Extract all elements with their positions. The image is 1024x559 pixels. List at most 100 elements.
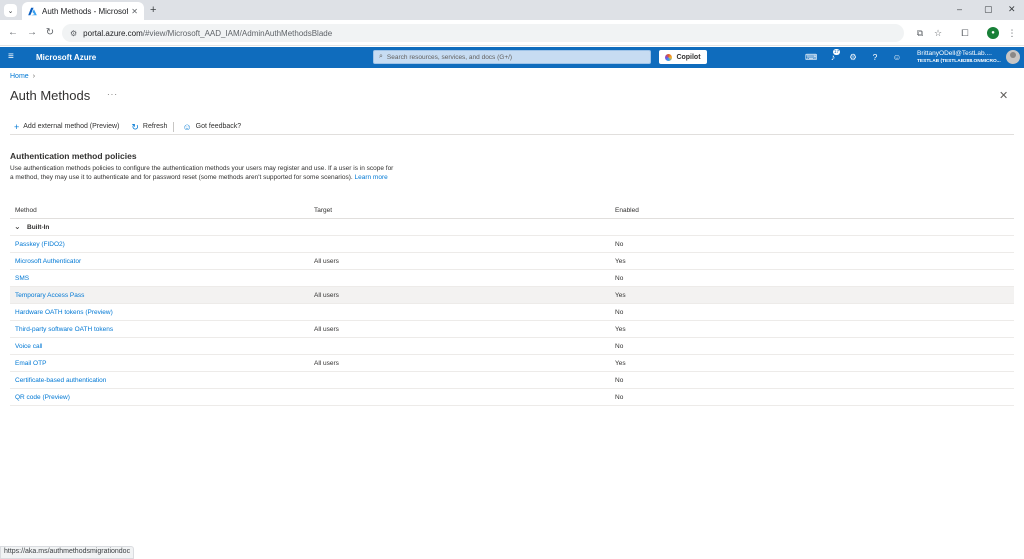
table-row[interactable]: Passkey (FIDO2) No bbox=[10, 236, 1014, 253]
link-status-bubble: https://aka.ms/authmethodsmigrationdoc bbox=[0, 546, 135, 559]
enabled-cell: No bbox=[615, 309, 624, 316]
settings-gear-icon[interactable]: ⚙ bbox=[847, 52, 859, 63]
column-header-enabled[interactable]: Enabled bbox=[615, 207, 639, 214]
table-row[interactable]: Third-party software OATH tokens All use… bbox=[10, 321, 1014, 338]
azure-logo-icon bbox=[28, 7, 37, 15]
cloud-shell-icon[interactable]: ⌨ bbox=[805, 52, 817, 63]
table-row[interactable]: QR code (Preview) No bbox=[10, 389, 1014, 406]
tab-title: Auth Methods - Microsoft bbox=[42, 6, 129, 16]
copilot-button[interactable]: Copilot bbox=[659, 50, 707, 64]
enabled-cell: No bbox=[615, 377, 624, 384]
table-row[interactable]: SMS No bbox=[10, 270, 1014, 287]
group-row-built-in[interactable]: ⌄ Built-In bbox=[10, 219, 1014, 236]
url-host: portal.azure.com bbox=[83, 28, 143, 38]
add-external-method-label: Add external method (Preview) bbox=[23, 123, 120, 130]
account-tenant: TESTLAB (TESTLAB288.ONMICRO... bbox=[917, 59, 1001, 64]
plus-icon: + bbox=[14, 121, 20, 132]
method-link[interactable]: SMS bbox=[15, 275, 29, 282]
section-description: Use authentication methods policies to c… bbox=[10, 164, 395, 182]
enabled-cell: Yes bbox=[615, 292, 626, 299]
target-cell: All users bbox=[314, 360, 339, 367]
command-bar: + Add external method (Preview) ↻ Refres… bbox=[10, 119, 1014, 135]
section-title: Authentication method policies bbox=[10, 151, 137, 161]
forward-arrow-icon[interactable]: → bbox=[25, 26, 39, 40]
method-link[interactable]: Third-party software OATH tokens bbox=[15, 326, 113, 333]
browser-tab-auth-methods[interactable]: Auth Methods - Microsoft ✕ bbox=[22, 2, 144, 20]
command-divider bbox=[173, 121, 175, 132]
table-row[interactable]: Hardware OATH tokens (Preview) No bbox=[10, 304, 1014, 321]
maximize-window-icon[interactable]: ▢ bbox=[984, 4, 993, 15]
page-title: Auth Methods bbox=[10, 88, 91, 103]
table-row[interactable]: Microsoft Authenticator All users Yes bbox=[10, 253, 1014, 270]
enabled-cell: Yes bbox=[615, 258, 626, 265]
got-feedback-label: Got feedback? bbox=[195, 123, 242, 130]
url-path: /#view/Microsoft_AAD_IAM/AdminAuthMethod… bbox=[142, 28, 333, 38]
search-icon: ⌕ bbox=[379, 53, 383, 60]
column-header-target[interactable]: Target bbox=[314, 207, 332, 214]
refresh-button[interactable]: ↻ Refresh bbox=[127, 122, 167, 132]
group-label: Built-In bbox=[27, 224, 50, 231]
table-row[interactable]: Email OTP All users Yes bbox=[10, 355, 1014, 372]
enabled-cell: No bbox=[615, 275, 624, 282]
column-header-method[interactable]: Method bbox=[15, 207, 37, 214]
refresh-icon: ↻ bbox=[131, 121, 139, 132]
help-question-icon[interactable]: ? bbox=[869, 52, 881, 63]
method-link[interactable]: Certificate-based authentication bbox=[15, 377, 106, 384]
table-row[interactable]: Certificate-based authentication No bbox=[10, 372, 1014, 389]
add-external-method-button[interactable]: + Add external method (Preview) bbox=[10, 122, 119, 132]
site-info-tune-icon[interactable]: ⚙ bbox=[70, 29, 77, 38]
close-tab-icon[interactable]: ✕ bbox=[131, 7, 138, 16]
target-cell: All users bbox=[314, 326, 339, 333]
method-link[interactable]: QR code (Preview) bbox=[15, 394, 70, 401]
table-header: Method Target Enabled bbox=[10, 202, 1014, 219]
breadcrumb-home-link[interactable]: Home bbox=[10, 73, 29, 80]
profile-avatar-icon[interactable]: ● bbox=[987, 27, 999, 39]
account-menu[interactable]: BrittanyODell@TestLab.... TESTLAB (TESTL… bbox=[917, 50, 1001, 65]
enabled-cell: No bbox=[615, 394, 624, 401]
bookmark-star-icon[interactable]: ☆ bbox=[932, 27, 944, 39]
azure-brand[interactable]: Microsoft Azure bbox=[36, 53, 96, 62]
feedback-person-icon[interactable]: ☺ bbox=[891, 52, 903, 63]
search-placeholder: Search resources, services, and docs (G+… bbox=[386, 53, 513, 61]
table-row[interactable]: Voice call No bbox=[10, 338, 1014, 355]
method-link[interactable]: Hardware OATH tokens (Preview) bbox=[15, 309, 113, 316]
method-link[interactable]: Temporary Access Pass bbox=[15, 292, 84, 299]
method-link[interactable]: Email OTP bbox=[15, 360, 46, 367]
reload-icon[interactable]: ↻ bbox=[43, 26, 57, 40]
enabled-cell: Yes bbox=[615, 326, 626, 333]
method-link[interactable]: Microsoft Authenticator bbox=[15, 258, 81, 265]
enabled-cell: No bbox=[615, 343, 624, 350]
feedback-icon: ☺ bbox=[182, 121, 192, 132]
target-cell: All users bbox=[314, 258, 339, 265]
portal-menu-hamburger-icon[interactable]: ≡ bbox=[8, 51, 14, 62]
more-options-ellipsis-icon[interactable]: ··· bbox=[107, 90, 118, 99]
azure-portal-header: ≡ Microsoft Azure ⌕ Search resources, se… bbox=[0, 47, 1024, 68]
method-link[interactable]: Passkey (FIDO2) bbox=[15, 241, 65, 248]
browser-tab-strip: ⌄ Auth Methods - Microsoft ✕ + – ▢ ✕ bbox=[0, 0, 1024, 20]
table-row-hovered[interactable]: Temporary Access Pass All users Yes bbox=[10, 287, 1014, 304]
extensions-puzzle-icon[interactable]: ⧠ bbox=[959, 27, 971, 39]
browser-toolbar: ← → ↻ ⚙ portal.azure.com/#view/Microsoft… bbox=[0, 20, 1024, 46]
user-avatar[interactable] bbox=[1006, 50, 1020, 64]
copilot-logo-icon bbox=[665, 53, 673, 61]
breadcrumb-chevron-icon: › bbox=[32, 73, 36, 80]
new-tab-plus-icon[interactable]: + bbox=[150, 4, 156, 16]
enabled-cell: No bbox=[615, 241, 624, 248]
method-link[interactable]: Voice call bbox=[15, 343, 42, 350]
address-bar[interactable]: ⚙ portal.azure.com/#view/Microsoft_AAD_I… bbox=[62, 24, 904, 42]
notification-count-badge: 17 bbox=[833, 49, 841, 55]
minimize-window-icon[interactable]: – bbox=[957, 4, 962, 14]
cast-screen-icon[interactable]: ⧉ bbox=[914, 27, 926, 39]
refresh-label: Refresh bbox=[142, 123, 168, 130]
close-blade-icon[interactable]: ✕ bbox=[999, 89, 1008, 102]
learn-more-link[interactable]: Learn more bbox=[354, 174, 387, 181]
chevron-down-icon[interactable]: ⌄ bbox=[14, 222, 21, 231]
tab-search-chevron-icon[interactable]: ⌄ bbox=[4, 4, 17, 17]
close-window-icon[interactable]: ✕ bbox=[1008, 4, 1016, 15]
account-name: BrittanyODell@TestLab.... bbox=[917, 50, 992, 57]
global-search-input[interactable]: ⌕ Search resources, services, and docs (… bbox=[373, 50, 651, 64]
chrome-menu-kebab-icon[interactable]: ⋮ bbox=[1006, 27, 1018, 39]
target-cell: All users bbox=[314, 292, 339, 299]
back-arrow-icon[interactable]: ← bbox=[6, 26, 20, 40]
got-feedback-button[interactable]: ☺ Got feedback? bbox=[178, 122, 241, 132]
